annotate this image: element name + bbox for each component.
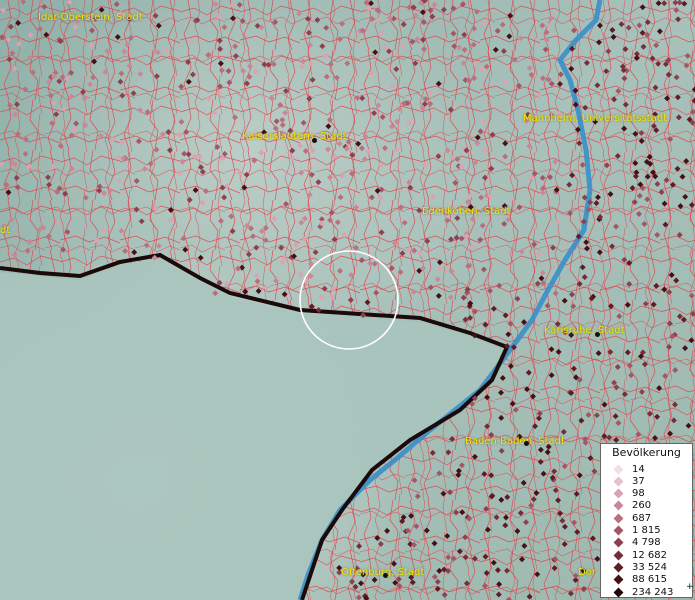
city-label-mannheim[interactable]: Mannheim, Universitätsstadt xyxy=(523,113,667,124)
legend-swatch xyxy=(613,488,624,499)
legend-title: Bevölkerung xyxy=(612,446,681,459)
legend-item: 4 798 xyxy=(601,537,661,549)
city-marker-karlsruhe xyxy=(595,332,600,337)
city-label-edge[interactable]: dt xyxy=(0,225,10,236)
legend-item: 37 xyxy=(601,475,645,487)
city-label-dor[interactable]: Dor xyxy=(578,567,596,578)
legend-label: 12 682 xyxy=(632,549,667,561)
legend-swatch xyxy=(613,476,624,487)
legend-swatch xyxy=(613,500,624,511)
city-marker-kaiserslautern xyxy=(312,138,317,143)
legend-item: 12 682 xyxy=(601,549,667,561)
legend-swatch xyxy=(613,525,624,536)
legend-swatch xyxy=(613,587,624,597)
legend-item: 234 243 xyxy=(601,586,673,598)
legend-swatch xyxy=(613,464,624,474)
legend-item: 14 xyxy=(601,463,645,475)
legend-item: 687 xyxy=(601,512,651,524)
legend-swatch xyxy=(613,537,624,548)
legend-label: 98 xyxy=(632,488,645,500)
city-label-kaiserslautern[interactable]: Kaiserslautern, Stadt xyxy=(242,131,347,142)
legend-item: 33 524 xyxy=(601,561,667,573)
legend-item: 98 xyxy=(601,488,645,500)
city-label-edenkoben[interactable]: Edenkoben, Stadt xyxy=(422,206,511,217)
city-marker-baden-baden xyxy=(524,441,529,446)
legend-swatch xyxy=(613,513,624,524)
legend-item: 260 xyxy=(601,500,651,512)
legend-plus-sign: + xyxy=(686,582,694,592)
legend-label: 1 815 xyxy=(632,525,661,536)
map-canvas[interactable] xyxy=(0,0,695,600)
legend-label: 687 xyxy=(632,512,652,524)
city-label-baden-baden[interactable]: Baden-Baden, Stadt xyxy=(465,436,565,447)
legend-swatch xyxy=(613,550,624,561)
city-label-karlsruhe[interactable]: Karlsruhe, Stadt xyxy=(544,325,625,336)
legend-label: 88 615 xyxy=(632,574,667,586)
legend-item: 1 815 xyxy=(601,525,661,537)
legend-label: 14 xyxy=(632,463,645,475)
city-label-idar-oberstein[interactable]: Idar-Oberstein, Stadt xyxy=(38,12,143,23)
legend-label: 37 xyxy=(632,475,645,487)
population-legend: Bevölkerung 14 37 98 260 687 1 815 4 798 12 682… xyxy=(600,443,694,598)
legend-label: 33 524 xyxy=(632,561,667,573)
legend-swatch xyxy=(613,562,624,573)
legend-label: 234 243 xyxy=(632,586,674,598)
legend-swatch xyxy=(613,574,624,585)
legend-item: 88 615 xyxy=(601,574,667,586)
legend-label: 4 798 xyxy=(632,537,661,549)
city-marker-offenburg xyxy=(383,573,388,578)
legend-label: 260 xyxy=(632,500,652,512)
